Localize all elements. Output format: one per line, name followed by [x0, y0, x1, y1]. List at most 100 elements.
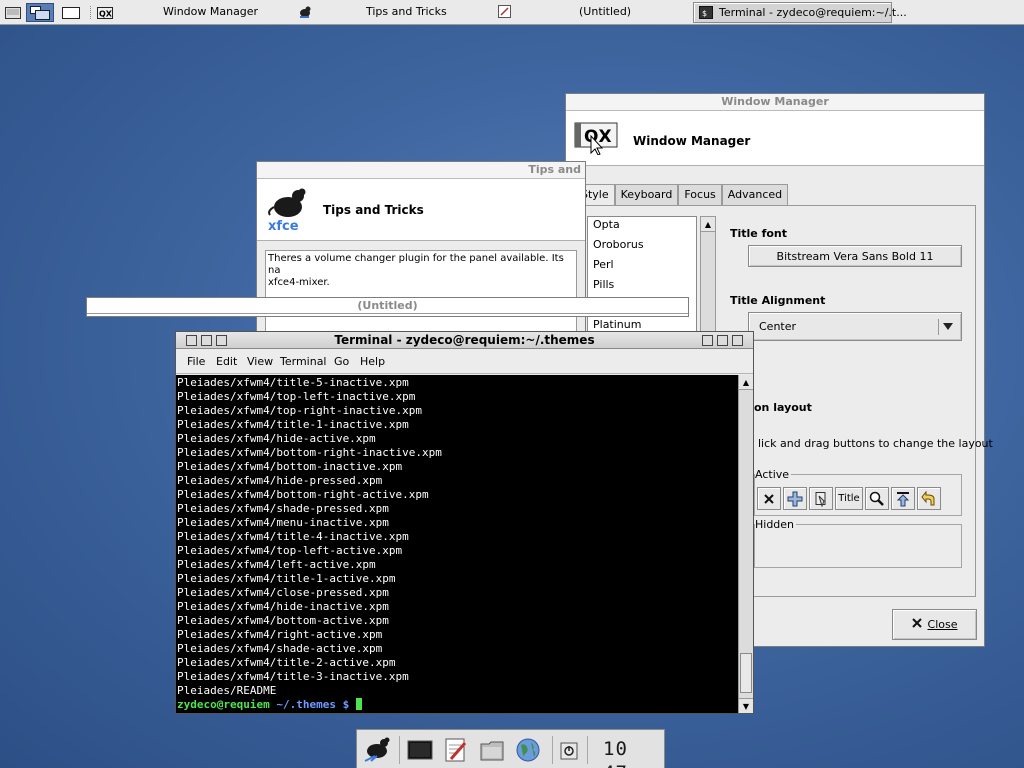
- terminal-line: Pleiades/xfwm4/bottom-active.xpm: [177, 614, 389, 627]
- window-manager-icon[interactable]: QX: [95, 3, 115, 22]
- list-item[interactable]: Oroborus: [588, 237, 696, 257]
- shade-icon[interactable]: [702, 335, 713, 346]
- scrollbar-thumb[interactable]: [740, 653, 752, 693]
- tips-text-area[interactable]: Theres a volume changer plugin for the p…: [265, 250, 577, 334]
- tab-advanced[interactable]: Advanced: [721, 184, 789, 205]
- scroll-down-icon[interactable]: ▼: [739, 698, 753, 713]
- menu-edit[interactable]: Edit: [216, 355, 237, 368]
- terminal-menubar: File Edit View Terminal Go Help: [176, 350, 753, 374]
- menu-terminal[interactable]: Terminal: [280, 355, 327, 368]
- workspace-2-icon[interactable]: [57, 3, 85, 22]
- close-button-label: Close: [927, 618, 958, 631]
- task-label: Terminal - zydeco@requiem:~/.t...: [719, 6, 907, 19]
- stick-icon[interactable]: [809, 487, 833, 510]
- svg-text:$: $: [702, 9, 707, 18]
- list-item[interactable]: Opta: [588, 217, 696, 237]
- untitled-titlebar[interactable]: (Untitled): [87, 298, 688, 314]
- title-alignment-value: Center: [759, 320, 797, 333]
- terminal-line: Pleiades/xfwm4/hide-pressed.xpm: [177, 474, 383, 487]
- folder-icon[interactable]: [479, 737, 505, 763]
- terminal-scrollbar[interactable]: ▲ ▼: [738, 375, 753, 713]
- menu-view[interactable]: View: [247, 355, 273, 368]
- menu-help[interactable]: Help: [360, 355, 385, 368]
- close-button[interactable]: Close: [892, 609, 977, 640]
- shade-icon[interactable]: [891, 487, 915, 510]
- text-editor-icon[interactable]: [443, 737, 469, 763]
- scroll-up-icon[interactable]: ▲: [739, 375, 753, 390]
- terminal-icon: $: [699, 6, 713, 19]
- terminal-line: Pleiades/xfwm4/shade-pressed.xpm: [177, 502, 389, 515]
- close-icon[interactable]: [757, 487, 781, 510]
- power-icon[interactable]: [559, 737, 579, 763]
- prompt-symbol: $: [342, 698, 350, 711]
- terminal-line: Pleiades/xfwm4/close-pressed.xpm: [177, 586, 389, 599]
- button-layout-hint: lick and drag buttons to change the layo…: [758, 437, 993, 450]
- web-browser-icon[interactable]: [515, 737, 541, 763]
- terminal-line: Pleiades/xfwm4/title-5-inactive.xpm: [177, 376, 409, 389]
- undo-icon[interactable]: [917, 487, 941, 510]
- terminal-line: Pleiades/xfwm4/title-2-active.xpm: [177, 656, 396, 669]
- terminal-line: Pleiades/xfwm4/title-3-inactive.xpm: [177, 670, 409, 683]
- list-item[interactable]: Perl: [588, 257, 696, 277]
- tips-text-line: xfce4-mixer.: [268, 277, 330, 288]
- terminal-line: Pleiades/xfwm4/hide-active.xpm: [177, 432, 376, 445]
- title-font-label: Title font: [730, 227, 788, 240]
- window-manager-heading: Window Manager: [633, 134, 751, 148]
- prompt-user: zydeco@requiem: [177, 698, 270, 711]
- title-layout-button[interactable]: Title: [835, 487, 863, 510]
- menu-icon[interactable]: [186, 335, 197, 346]
- menu-go[interactable]: Go: [334, 355, 349, 368]
- panel-separator: [552, 736, 553, 764]
- minimize-icon[interactable]: [216, 335, 227, 346]
- panel-separator: [587, 736, 588, 764]
- title-alignment-select[interactable]: Center: [748, 312, 962, 341]
- taskbar-handle[interactable]: [88, 3, 92, 22]
- terminal-line: Pleiades/xfwm4/top-left-inactive.xpm: [177, 390, 416, 403]
- terminal-launcher-icon[interactable]: [407, 737, 433, 763]
- task-label: Window Manager: [163, 5, 259, 18]
- list-item[interactable]: Pills: [588, 277, 696, 297]
- task-label: (Untitled): [579, 5, 632, 18]
- desktop-menu-icon[interactable]: [3, 3, 23, 22]
- tab-focus[interactable]: Focus: [678, 184, 722, 205]
- close-icon[interactable]: [732, 335, 743, 346]
- prompt-path: ~/.themes: [276, 698, 336, 711]
- svg-text:xfce: xfce: [268, 219, 299, 233]
- stick-icon[interactable]: [201, 335, 212, 346]
- maximize-icon[interactable]: [783, 487, 807, 510]
- clock[interactable]: 10 47: [603, 737, 663, 768]
- search-icon[interactable]: [865, 487, 889, 510]
- tab-keyboard[interactable]: Keyboard: [614, 184, 679, 205]
- task-label: Tips and Tricks: [366, 5, 447, 18]
- terminal-line: Pleiades/xfwm4/top-left-active.xpm: [177, 544, 403, 557]
- task-window-manager[interactable]: Window Manager: [120, 2, 280, 23]
- terminal-prompt-line: zydeco@requiem ~/.themes $: [177, 698, 738, 712]
- task-untitled[interactable]: (Untitled): [495, 2, 685, 23]
- tab-bar: Style Keyboard Focus Advanced: [575, 184, 789, 206]
- tips-titlebar[interactable]: Tips and: [257, 162, 585, 179]
- window-manager-header: QX Window Manager: [566, 111, 984, 166]
- task-tips-and-tricks[interactable]: Tips and Tricks: [295, 2, 485, 23]
- taskbar: QX Window Manager Tips and Tricks (Untit…: [0, 0, 1024, 25]
- terminal-line: Pleiades/xfwm4/bottom-right-active.xpm: [177, 488, 429, 501]
- hidden-buttons-group: Hidden: [754, 518, 962, 568]
- window-manager-titlebar[interactable]: Window Manager: [566, 94, 984, 111]
- maximize-icon[interactable]: [717, 335, 728, 346]
- task-terminal[interactable]: $ Terminal - zydeco@requiem:~/.t...: [693, 2, 907, 23]
- terminal-titlebar[interactable]: Terminal - zydeco@requiem:~/.themes: [176, 332, 753, 349]
- title-alignment-label: Title Alignment: [730, 294, 826, 307]
- terminal-line: Pleiades/xfwm4/bottom-inactive.xpm: [177, 460, 403, 473]
- xfce-mouse-icon: xfce: [265, 187, 311, 236]
- terminal-output[interactable]: Pleiades/xfwm4/title-5-inactive.xpm Plei…: [176, 375, 738, 713]
- menu-file[interactable]: File: [187, 355, 205, 368]
- terminal-line: Pleiades/xfwm4/title-4-inactive.xpm: [177, 530, 409, 543]
- title-font-button[interactable]: Bitstream Vera Sans Bold 11: [748, 245, 962, 267]
- select-divider: [938, 319, 939, 335]
- xfce-mouse-icon[interactable]: [362, 737, 392, 763]
- active-group-label: Active: [755, 468, 792, 481]
- terminal-line: Pleiades/xfwm4/bottom-right-inactive.xpm: [177, 446, 442, 459]
- window-manager-icon: QX: [574, 119, 618, 158]
- hidden-group-label: Hidden: [755, 518, 797, 531]
- workspace-1-icon[interactable]: [26, 3, 54, 22]
- scroll-up-icon[interactable]: ▲: [701, 217, 715, 232]
